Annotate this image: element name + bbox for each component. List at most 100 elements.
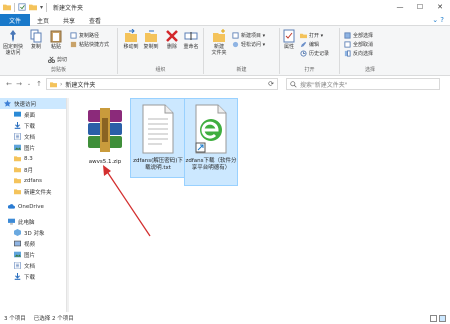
new-folder-button[interactable]: 新建 文件夹 [208,29,230,56]
select-all-button[interactable]: 全部选择 [344,32,373,39]
select-all-icon [344,32,351,39]
nav-desktop[interactable]: 桌面 [0,109,68,120]
edit-icon [300,41,307,48]
up-button[interactable]: ↑ [34,78,44,90]
nav-folder-new[interactable]: 新建文件夹 [0,186,68,197]
recent-locations-button[interactable]: ⌄ [24,78,34,90]
nav-folder-8-3[interactable]: 8.3 [0,153,68,164]
window-title: 新建文件夹 [53,4,84,12]
file-item-zip[interactable]: awvs5.1.zip [76,100,134,170]
back-button[interactable]: ← [4,78,14,90]
nav-this-pc[interactable]: 此电脑 [0,216,68,227]
paste-shortcut-button[interactable]: 粘贴快捷方式 [70,41,109,48]
search-input[interactable]: 搜索"新建文件夹" [286,78,440,90]
properties-icon[interactable] [18,3,26,11]
new-item-icon [232,32,239,39]
divider [46,2,48,12]
nav-documents[interactable]: 文档 [0,131,68,142]
history-button[interactable]: 历史记录 [300,50,329,57]
properties-icon [283,29,295,43]
nav-folder-zdfans[interactable]: zdfans [0,175,68,186]
new-folder-icon[interactable] [29,3,37,11]
nav-label: 下载 [24,274,36,281]
properties-button[interactable]: 属性 [282,29,296,50]
move-to-button[interactable]: 移动到 [122,29,140,50]
folder-icon [14,156,21,162]
cut-label: 剪切 [57,57,68,63]
nav-downloads-pc[interactable]: 下载 [0,271,68,282]
file-name: zdfans(解压密码)下载说明.txt [133,158,183,171]
refresh-button[interactable]: ⟳ [268,80,274,88]
close-button[interactable]: ✕ [430,0,450,14]
nav-quick-access[interactable]: 快速访问 [0,98,68,109]
properties-label: 属性 [283,44,294,50]
nav-pictures-pc[interactable]: 图片 [0,249,68,260]
rename-button[interactable]: 重命名 [182,29,200,50]
pane-splitter[interactable] [66,98,69,312]
nav-3d-objects[interactable]: 3D 对象 [0,227,68,238]
address-bar[interactable]: › 新建文件夹 ⟳ [46,78,278,90]
invert-selection-button[interactable]: 反向选择 [344,50,373,57]
nav-folder-aug[interactable]: 8月 [0,164,68,175]
paste-shortcut-icon [70,41,77,48]
minimize-button[interactable]: — [390,0,410,14]
new-item-button[interactable]: 新建项目 ▾ [232,32,265,39]
delete-icon [166,30,178,42]
folder-icon [14,167,21,173]
nav-label: OneDrive [18,203,44,210]
navigation-pane: 快速访问 桌面 下载 文档 图片 8.3 8月 zdfans 新建文件夹 One… [0,98,68,312]
easy-access-button[interactable]: 轻松访问 ▾ [232,41,265,48]
open-button[interactable]: 打开 ▾ [300,32,323,39]
title-bar: ▾ 新建文件夹 — ☐ ✕ [0,0,450,14]
clipboard-group-label: 剪贴板 [50,67,66,73]
edit-button[interactable]: 编辑 [300,41,319,48]
folder-icon [50,81,57,87]
new-folder-label: 新建 文件夹 [211,44,227,56]
tab-view[interactable]: 查看 [82,14,108,26]
nav-label: zdfans [24,177,43,184]
ribbon: 固定到快 速访问 复制 粘贴 复制路径 粘贴快捷方式 剪切 剪贴板 移动到 复制… [0,26,450,76]
nav-label: 8月 [24,167,33,174]
customize-qat-icon[interactable]: ▾ [40,4,43,11]
nav-label: 下载 [24,123,36,130]
rename-label: 重命名 [183,44,199,50]
download-icon [14,273,21,280]
cut-button[interactable]: 剪切 [48,56,67,63]
new-group: 新建 文件夹 新建项目 ▾ 轻松访问 ▾ 新建 [204,28,280,74]
file-item-txt[interactable]: zdfans(解压密码)下载说明.txt [130,98,186,178]
folder-icon [14,178,21,184]
details-view-button[interactable] [430,314,437,322]
delete-button[interactable]: 删除 [164,29,180,50]
nav-videos[interactable]: 视频 [0,238,68,249]
open-label: 打开 ▾ [309,33,324,39]
clipboard-icon [50,30,62,43]
nav-downloads[interactable]: 下载 [0,120,68,131]
copy-to-button[interactable]: 复制到 [142,29,160,50]
path-chevron-icon: › [60,80,63,88]
tab-home[interactable]: 主页 [30,14,56,26]
pin-quick-access-button[interactable]: 固定到快 速访问 [2,29,24,56]
help-icon[interactable]: ⌄ ? [432,16,444,24]
select-none-button[interactable]: 全部取消 [344,41,373,48]
computer-icon [8,218,15,225]
text-document-icon [142,104,174,154]
nav-documents-pc[interactable]: 文档 [0,260,68,271]
scissors-icon [48,56,55,63]
history-label: 历史记录 [309,51,330,57]
nav-label: 视频 [24,241,36,248]
nav-pictures[interactable]: 图片 [0,142,68,153]
paste-button[interactable]: 粘贴 [48,29,64,50]
file-item-url[interactable]: zdfans下载（软件分享平台明德有） [184,98,238,186]
nav-onedrive[interactable]: OneDrive [0,201,68,212]
copy-path-button[interactable]: 复制路径 [70,32,99,39]
maximize-button[interactable]: ☐ [410,0,430,14]
file-name: zdfans下载（软件分享平台明德有） [185,158,237,171]
large-icons-view-button[interactable] [439,314,446,322]
forward-button[interactable]: → [14,78,24,90]
nav-label: 图片 [24,252,36,259]
selected-count: 已选择 2 个项目 [33,316,74,322]
copy-button[interactable]: 复制 [28,29,44,50]
tab-share[interactable]: 共享 [56,14,82,26]
tab-file[interactable]: 文件 [0,14,31,26]
select-all-label: 全部选择 [353,33,374,39]
